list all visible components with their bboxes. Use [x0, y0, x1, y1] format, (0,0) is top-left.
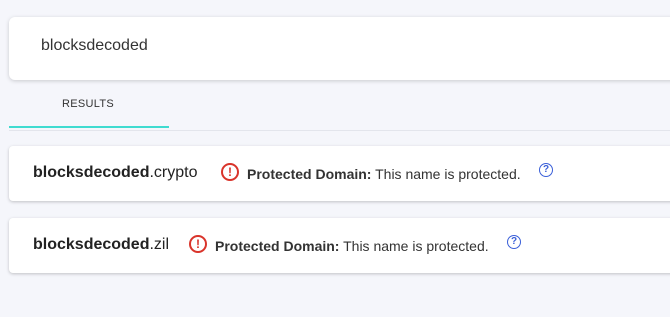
question-circle-icon[interactable]: ? — [507, 235, 521, 249]
tab-results[interactable]: RESULTS — [9, 86, 169, 128]
domain-label: blocksdecoded — [33, 164, 150, 181]
status-message: Protected Domain: This name is protected… — [247, 166, 521, 182]
search-card — [9, 17, 670, 80]
search-input[interactable] — [41, 37, 541, 55]
status-text: This name is protected. — [343, 238, 489, 254]
status-label: Protected Domain: — [215, 238, 340, 254]
tab-results-label: RESULTS — [62, 98, 115, 110]
question-circle-icon[interactable]: ? — [539, 163, 553, 177]
domain-name: blocksdecoded.crypto — [33, 164, 198, 182]
status-label: Protected Domain: — [247, 166, 372, 182]
status-text: This name is protected. — [375, 166, 521, 182]
domain-name: blocksdecoded.zil — [33, 236, 169, 254]
warning-circle-icon: ! — [189, 235, 207, 253]
result-row-crypto[interactable]: blocksdecoded.crypto ! Protected Domain:… — [9, 146, 670, 201]
status-message: Protected Domain: This name is protected… — [215, 238, 489, 254]
result-row-zil[interactable]: blocksdecoded.zil ! Protected Domain: Th… — [9, 218, 670, 273]
warning-circle-icon: ! — [221, 163, 239, 181]
tab-bar: RESULTS — [9, 86, 670, 131]
domain-label: blocksdecoded — [33, 236, 150, 253]
domain-extension: .crypto — [149, 164, 198, 181]
domain-extension: .zil — [149, 236, 170, 253]
